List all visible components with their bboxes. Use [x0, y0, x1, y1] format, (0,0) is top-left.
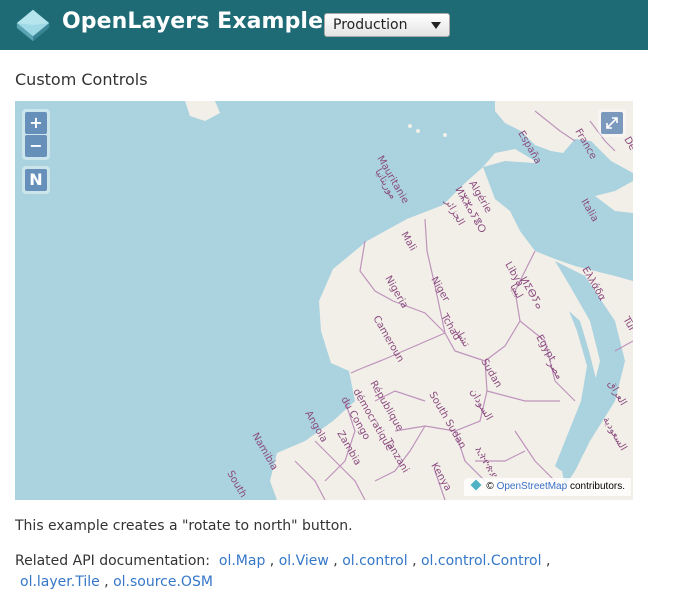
map-tiles: Mauritanie موريتانيا Algérie ⵍⵣⵣⴰⵢⴻⵔ الج… [15, 101, 633, 500]
related-label: Related API documentation: [15, 553, 210, 569]
version-select[interactable]: Production [324, 13, 450, 37]
fullscreen-button[interactable] [601, 112, 623, 134]
expand-icon [606, 117, 618, 129]
api-link-ol-control-control[interactable]: ol.control.Control [421, 553, 542, 569]
zoom-control: + − [22, 109, 50, 160]
fullscreen-control [598, 109, 626, 137]
zoom-out-button[interactable]: − [25, 135, 47, 157]
page-title: Custom Controls [15, 70, 148, 89]
related-api-docs: Related API documentation: ol.Map , ol.V… [15, 553, 551, 590]
rotate-north-button[interactable]: N [25, 169, 47, 191]
openlayers-logo-icon[interactable] [470, 479, 482, 491]
map-attribution: © OpenStreetMap contributors. [463, 478, 631, 496]
version-select-value: Production [333, 17, 408, 33]
osm-link[interactable]: OpenStreetMap [497, 481, 568, 492]
example-description: This example creates a "rotate to north"… [15, 518, 353, 534]
api-link-ol-view[interactable]: ol.View [279, 553, 329, 569]
chevron-down-icon [431, 22, 441, 29]
rotate-north-control: N [22, 166, 50, 194]
api-link-ol-control[interactable]: ol.control [342, 553, 407, 569]
zoom-in-button[interactable]: + [25, 112, 47, 134]
attribution-copyright: © [486, 481, 494, 492]
map-viewport[interactable]: Mauritanie موريتانيا Algérie ⵍⵣⵣⴰⵢⴻⵔ الج… [15, 101, 633, 500]
api-link-ol-map[interactable]: ol.Map [219, 553, 265, 569]
attribution-suffix: contributors. [569, 481, 625, 492]
api-link-ol-source-osm[interactable]: ol.source.OSM [113, 574, 213, 590]
openlayers-logo-icon[interactable] [14, 6, 52, 44]
brand-title[interactable]: OpenLayers Examples [62, 9, 336, 34]
navbar: OpenLayers Examples Production [0, 0, 648, 50]
api-link-ol-layer-tile[interactable]: ol.layer.Tile [20, 574, 100, 590]
